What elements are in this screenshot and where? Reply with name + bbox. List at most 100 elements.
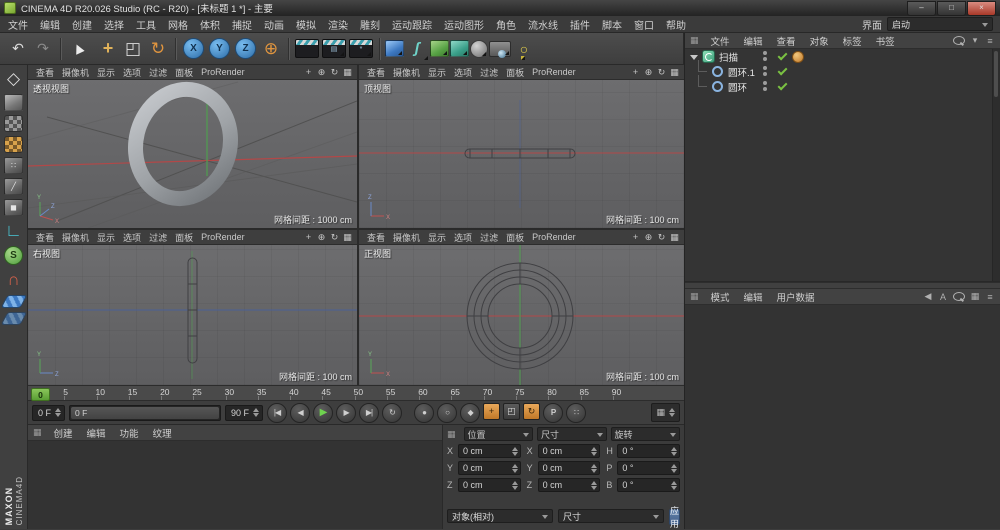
search-icon[interactable]: [953, 36, 965, 45]
prorender-menu[interactable]: ProRender: [532, 67, 576, 77]
panel-menu-icon[interactable]: ▦: [33, 427, 42, 438]
menu-item[interactable]: 体积: [194, 16, 226, 33]
visibility-dots[interactable]: [763, 81, 767, 91]
menu-item[interactable]: 运动跟踪: [386, 16, 438, 33]
menu-item[interactable]: 插件: [564, 16, 596, 33]
panel-menu-icon[interactable]: ≡: [985, 36, 995, 46]
prorender-menu[interactable]: ProRender: [201, 232, 245, 242]
attribute-manager-tab[interactable]: 编辑: [738, 290, 769, 304]
viewport-menu-item[interactable]: 面板: [502, 231, 528, 244]
zoom-view-icon[interactable]: ⊕: [643, 67, 654, 78]
object-name[interactable]: 扫描: [719, 50, 738, 64]
object-row[interactable]: 圆环: [685, 75, 1000, 94]
viewport-menu-item[interactable]: 面板: [171, 231, 197, 244]
record-rotation-toggle[interactable]: ↻: [523, 402, 541, 420]
camera-button[interactable]: [489, 40, 511, 58]
play-button[interactable]: ▶: [313, 402, 334, 423]
viewport-canvas[interactable]: X Y 正视图 网格间距 : 100 cm: [359, 245, 684, 385]
keyframe-selection-button[interactable]: ◆: [460, 402, 481, 423]
timeline-playhead[interactable]: 0: [31, 388, 50, 401]
object-manager-menu-item[interactable]: 编辑: [738, 34, 769, 48]
viewport-menu-item[interactable]: 摄像机: [389, 231, 424, 244]
viewport-menu-item[interactable]: 摄像机: [58, 231, 93, 244]
range-bar[interactable]: [71, 406, 220, 419]
coordinate-input[interactable]: 0 °: [617, 461, 680, 475]
record-keyframe-button[interactable]: ●: [414, 402, 435, 423]
menu-item[interactable]: 运动图形: [438, 16, 490, 33]
menu-item[interactable]: 编辑: [34, 16, 66, 33]
menu-item[interactable]: 雕刻: [354, 16, 386, 33]
viewport-canvas[interactable]: X Y Z 透视视图 网格间距 : 1000 cm: [28, 80, 357, 228]
menu-item[interactable]: 脚本: [596, 16, 628, 33]
panel-menu-icon[interactable]: ▦: [447, 429, 456, 440]
toggle-view-icon[interactable]: ▦: [669, 232, 680, 243]
menu-item[interactable]: 文件: [2, 16, 34, 33]
end-frame-field[interactable]: 90 F: [225, 404, 264, 421]
workplane-icon[interactable]: [0, 295, 27, 308]
material-manager-tab[interactable]: 纹理: [147, 426, 178, 440]
enabled-check-icon[interactable]: [777, 65, 788, 76]
coordinate-input[interactable]: 0 cm: [537, 478, 601, 492]
pan-view-icon[interactable]: +: [630, 67, 641, 78]
spinner-arrows-icon[interactable]: [511, 463, 518, 473]
filter-icon[interactable]: ▾: [970, 35, 980, 46]
menu-item[interactable]: 模拟: [290, 16, 322, 33]
viewport-menu-item[interactable]: 选项: [450, 231, 476, 244]
attribute-manager-body[interactable]: [685, 305, 1000, 529]
viewport-menu-item[interactable]: 显示: [93, 66, 119, 79]
pan-view-icon[interactable]: +: [303, 232, 314, 243]
rotate-icon[interactable]: ↻: [146, 37, 170, 61]
viewport-menu-item[interactable]: 面板: [171, 66, 197, 79]
record-scale-toggle[interactable]: ◰: [503, 402, 521, 420]
goto-start-button[interactable]: |◀: [267, 402, 288, 423]
menu-item[interactable]: 流水线: [522, 16, 564, 33]
polygons-mode-icon[interactable]: ◼: [4, 199, 23, 216]
enabled-check-icon[interactable]: [777, 50, 788, 61]
light-button[interactable]: ○: [512, 37, 536, 61]
render-settings-button[interactable]: *: [349, 39, 373, 58]
viewport-canvas[interactable]: X Z 顶视图 网格间距 : 100 cm: [359, 80, 684, 228]
coordinate-input[interactable]: 0 cm: [537, 444, 601, 458]
viewport-menu-item[interactable]: 选项: [119, 231, 145, 244]
scrollbar[interactable]: [992, 49, 1000, 281]
size-header-dropdown[interactable]: 尺寸: [537, 427, 607, 441]
history-back-icon[interactable]: ◀: [923, 291, 933, 302]
menu-item[interactable]: 渲染: [322, 16, 354, 33]
coordinate-input[interactable]: 0 °: [617, 478, 680, 492]
coordinate-input[interactable]: 0 cm: [537, 461, 601, 475]
current-frame-field[interactable]: 0 F: [32, 404, 66, 421]
add-cube-button[interactable]: [385, 40, 404, 57]
move-icon[interactable]: +: [96, 37, 120, 61]
lock-workplane-icon[interactable]: [0, 312, 27, 325]
redo-icon[interactable]: ↷: [31, 37, 55, 61]
spinner-arrows-icon[interactable]: [511, 480, 518, 490]
position-header-dropdown[interactable]: 位置: [463, 427, 533, 441]
spinner-arrows-icon[interactable]: [591, 446, 598, 456]
toggle-view-icon[interactable]: ▦: [669, 67, 680, 78]
spinner-arrows-icon[interactable]: [669, 408, 675, 417]
material-manager-tab[interactable]: 编辑: [81, 426, 112, 440]
enabled-check-icon[interactable]: [777, 80, 788, 91]
rotate-view-icon[interactable]: ↻: [656, 232, 667, 243]
coordinate-input[interactable]: 0 cm: [457, 444, 521, 458]
timeline-ruler[interactable]: 051015202530354045505560657075808590 0: [28, 385, 684, 401]
close-button[interactable]: ×: [967, 0, 996, 16]
previous-frame-button[interactable]: ◀: [290, 402, 311, 423]
spinner-arrows-icon[interactable]: [55, 408, 62, 417]
prorender-menu[interactable]: ProRender: [201, 67, 245, 77]
record-parameter-toggle[interactable]: P: [543, 402, 564, 423]
viewport-menu-item[interactable]: 查看: [32, 231, 58, 244]
viewport-menu-item[interactable]: 显示: [424, 66, 450, 79]
viewport-solo-icon[interactable]: S: [4, 246, 23, 265]
lock-z-axis-button[interactable]: Z: [235, 38, 256, 59]
generator-button[interactable]: [450, 40, 469, 57]
coordinate-mode-select[interactable]: 对象(相对): [446, 509, 553, 523]
minimize-button[interactable]: –: [907, 0, 936, 16]
object-row[interactable]: 扫描: [685, 49, 1000, 64]
viewport-menu-item[interactable]: 选项: [119, 66, 145, 79]
object-name[interactable]: 圆环: [728, 80, 747, 94]
panel-menu-icon[interactable]: ▦: [690, 35, 699, 46]
menu-item[interactable]: 创建: [66, 16, 98, 33]
menu-item[interactable]: 窗口: [628, 16, 660, 33]
spinner-arrows-icon[interactable]: [253, 408, 260, 417]
